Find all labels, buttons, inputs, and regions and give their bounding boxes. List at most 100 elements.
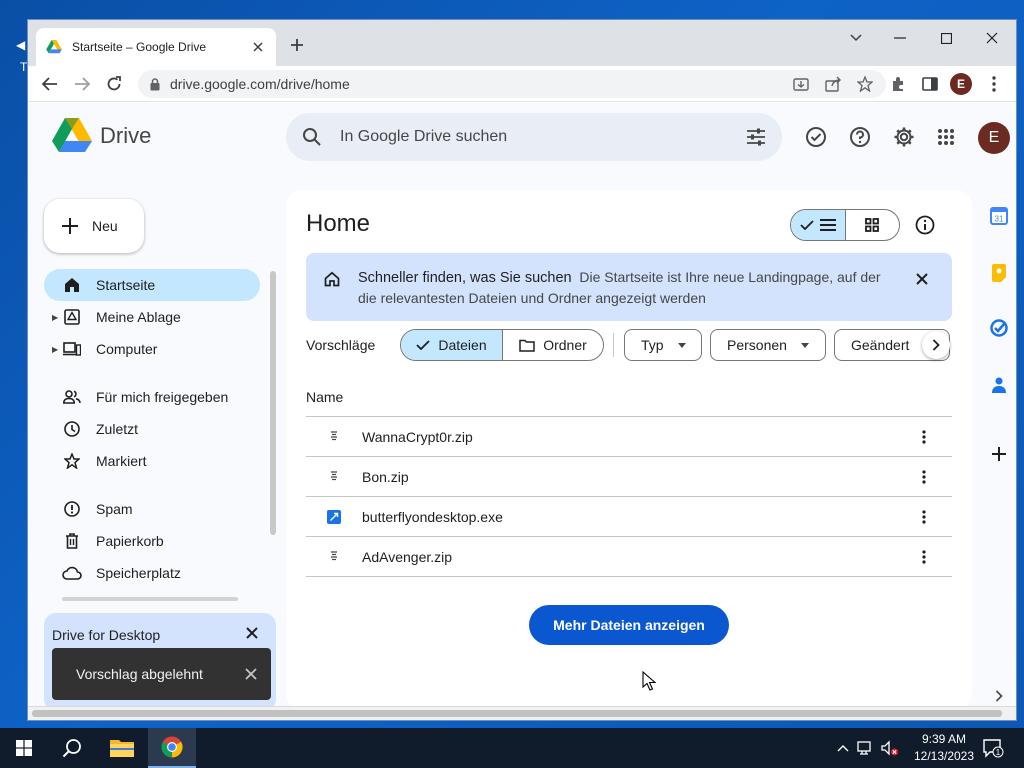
volume-muted-icon[interactable] <box>880 738 900 758</box>
app-title: Drive <box>100 123 152 148</box>
sidebar-item-markiert[interactable]: Markiert <box>44 445 260 477</box>
files-toggle-button[interactable]: Dateien <box>401 330 503 360</box>
sidebar-item-papierkorb[interactable]: Papierkorb <box>44 525 260 557</box>
file-explorer-icon[interactable] <box>98 728 146 768</box>
contacts-icon[interactable] <box>986 372 1012 398</box>
network-icon[interactable] <box>856 738 874 758</box>
my-drive-icon <box>62 307 82 327</box>
sidebar-item-speicherplatz[interactable]: Speicherplatz <box>44 557 260 589</box>
taskbar: 9:39 AM 12/13/2023 1 <box>0 728 1024 768</box>
sidebar-item-spam[interactable]: Spam <box>44 493 260 525</box>
banner-close-icon[interactable] <box>910 267 934 291</box>
sidebar-item-label: Zuletzt <box>96 421 139 437</box>
drive-for-desktop-title: Drive for Desktop <box>52 627 161 643</box>
snackbar-message: Vorschlag abgelehnt <box>76 666 203 682</box>
more-vert-icon[interactable] <box>912 505 936 529</box>
maximize-icon[interactable] <box>932 28 960 48</box>
shared-icon <box>62 387 82 407</box>
keep-icon[interactable] <box>986 260 1012 286</box>
search-options-icon[interactable] <box>746 128 766 146</box>
file-row[interactable]: WannaCrypt0r.zip <box>306 417 952 457</box>
expand-arrow-icon[interactable]: ▶ <box>52 313 58 322</box>
desktop-arrow-icon: ◀ <box>16 38 26 52</box>
more-vert-icon[interactable] <box>912 425 936 449</box>
reload-icon[interactable] <box>100 70 128 98</box>
dropdown-arrow-icon <box>677 342 686 348</box>
expand-arrow-icon[interactable]: ▶ <box>52 345 58 354</box>
snackbar-close-icon[interactable] <box>231 654 271 694</box>
chevron-up-icon[interactable] <box>836 738 850 758</box>
add-addon-icon[interactable] <box>986 441 1012 467</box>
people-filter-chip[interactable]: Personen <box>710 329 826 361</box>
column-header-name[interactable]: Name <box>306 389 343 405</box>
sidebar-item-zuletzt[interactable]: Zuletzt <box>44 413 260 445</box>
tasks-icon[interactable] <box>986 315 1012 341</box>
browser-menu-icon[interactable] <box>982 72 1006 96</box>
type-filter-chip[interactable]: Typ <box>624 329 702 361</box>
home-outline-icon <box>322 269 342 289</box>
sidebar-scrollbar[interactable] <box>270 271 276 535</box>
file-row[interactable]: Bon.zip <box>306 457 952 497</box>
windows-start-icon[interactable] <box>0 728 48 768</box>
search-input[interactable]: In Google Drive suchen <box>340 128 746 146</box>
bookmark-star-icon[interactable] <box>856 75 874 93</box>
clock[interactable]: 9:39 AM 12/13/2023 <box>904 731 984 765</box>
drive-logo-icon[interactable] <box>52 117 92 153</box>
check-icon <box>800 220 814 230</box>
install-app-icon[interactable] <box>792 75 810 93</box>
chrome-taskbar-icon[interactable] <box>148 728 196 768</box>
share-icon[interactable] <box>824 75 842 93</box>
sidebar-item-startseite[interactable]: Startseite <box>44 269 260 301</box>
account-avatar[interactable]: E <box>978 122 1010 154</box>
info-icon[interactable] <box>912 212 938 238</box>
address-bar[interactable]: drive.google.com/drive/home <box>138 70 886 98</box>
horizontal-scrollbar[interactable] <box>28 706 1016 720</box>
settings-gear-icon[interactable] <box>890 123 918 151</box>
back-arrow-icon[interactable] <box>36 70 64 98</box>
new-tab-icon[interactable] <box>286 34 308 56</box>
zip-file-icon <box>326 429 342 445</box>
search-icon[interactable] <box>48 728 96 768</box>
minimize-icon[interactable] <box>886 28 914 48</box>
list-icon <box>819 219 836 231</box>
desktop-background: ◀ T <box>0 0 28 100</box>
plus-icon <box>62 218 78 234</box>
drive-app: Drive In Google Drive suchen E Neu Start… <box>28 103 1016 720</box>
close-window-icon[interactable] <box>978 28 1006 48</box>
file-row[interactable]: butterflyondesktop.exe <box>306 497 952 537</box>
ready-offline-icon[interactable] <box>802 123 830 151</box>
scrollbar-thumb[interactable] <box>32 710 1002 717</box>
file-row[interactable]: AdAvenger.zip <box>306 537 952 577</box>
more-vert-icon[interactable] <box>912 545 936 569</box>
view-toggle <box>790 209 900 241</box>
help-icon[interactable] <box>846 123 874 151</box>
chevron-right-icon[interactable] <box>922 331 950 359</box>
new-button-label: Neu <box>92 218 118 234</box>
calendar-icon[interactable]: 31 <box>986 203 1012 229</box>
extensions-icon[interactable] <box>886 72 910 96</box>
clock-date: 12/13/2023 <box>913 749 975 763</box>
grid-view-button[interactable] <box>846 210 900 240</box>
sidebar-item-computer[interactable]: ▶ Computer <box>44 333 260 365</box>
search-bar[interactable]: In Google Drive suchen <box>286 113 782 161</box>
close-icon[interactable] <box>242 623 262 643</box>
tab-search-icon[interactable] <box>842 28 870 48</box>
list-view-button[interactable] <box>791 210 846 240</box>
forward-arrow-icon[interactable] <box>68 70 96 98</box>
show-more-files-button[interactable]: Mehr Dateien anzeigen <box>529 605 729 645</box>
folders-toggle-button[interactable]: Ordner <box>503 330 603 360</box>
more-vert-icon[interactable] <box>912 465 936 489</box>
search-icon[interactable] <box>302 127 322 147</box>
apps-grid-icon[interactable] <box>932 123 960 151</box>
sidebar-item-label: Markiert <box>96 453 147 469</box>
new-button[interactable]: Neu <box>44 199 144 253</box>
side-panel-icon[interactable] <box>918 72 942 96</box>
sidebar-item-shared[interactable]: Für mich freigegeben <box>44 381 260 413</box>
profile-avatar[interactable]: E <box>950 73 972 95</box>
sidebar-item-meine-ablage[interactable]: ▶ Meine Ablage <box>44 301 260 333</box>
notification-center-icon[interactable]: 1 <box>980 736 1006 760</box>
divider <box>613 333 614 357</box>
browser-tab[interactable]: Startseite – Google Drive <box>36 28 276 66</box>
close-tab-icon[interactable] <box>250 39 266 55</box>
main-content: Home Schneller finden, was Sie suchen Di… <box>286 190 972 710</box>
